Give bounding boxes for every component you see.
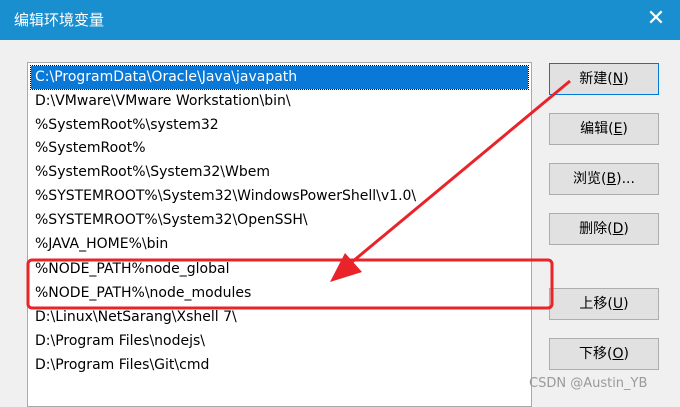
highlight-box <box>26 258 554 310</box>
annotation-overlay <box>26 79 571 310</box>
watermark: CSDN @Austin_YB <box>529 376 648 391</box>
arrow-shaft <box>351 79 571 264</box>
